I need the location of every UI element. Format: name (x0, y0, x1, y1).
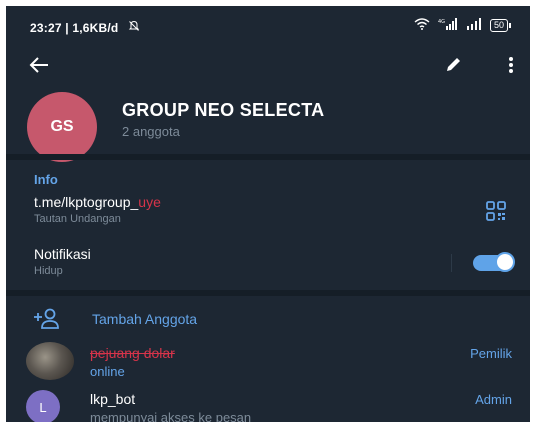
arrow-left-icon (29, 57, 48, 73)
member-role: Pemilik (470, 346, 512, 361)
invite-link-prefix: t.me/lkptogroup_ (34, 194, 139, 210)
member-status: mempunyai akses ke pesan (90, 410, 252, 422)
member-row[interactable]: pejuang dolar online Pemilik (6, 342, 530, 384)
member-name: pejuang dolar (90, 345, 175, 361)
add-user-icon (32, 307, 64, 331)
status-time-text: 23:27 | 1,6KB/d (30, 21, 119, 35)
invite-link-caption: Tautan Undangan (34, 213, 121, 225)
status-time: 23:27 | 1,6KB/d (30, 20, 140, 35)
vertical-divider (451, 254, 452, 272)
qr-code-button[interactable] (486, 201, 506, 221)
pencil-icon (447, 58, 460, 71)
group-avatar[interactable]: GS (27, 92, 97, 162)
group-header: GS GROUP NEO SELECTA 2 anggota (6, 44, 530, 162)
section-divider (6, 154, 530, 160)
more-vertical-icon (509, 57, 513, 73)
member-row[interactable]: L lkp_bot mempunyai akses ke pesan Admin (6, 388, 530, 422)
member-count: 2 anggota (122, 124, 180, 139)
svg-text:4G: 4G (438, 19, 445, 25)
member-role: Admin (475, 392, 512, 407)
signal-icon-2 (466, 18, 482, 33)
edit-button[interactable] (438, 50, 468, 80)
screen: 23:27 | 1,6KB/d 4G 50 GS GROUP NEO SELEC… (6, 6, 530, 422)
member-avatar (26, 342, 74, 380)
invite-link-redacted: uye (138, 194, 161, 210)
wifi-icon (414, 18, 430, 33)
toggle-knob (495, 252, 515, 272)
notifications-label: Notifikasi (34, 246, 91, 262)
member-avatar: L (26, 390, 60, 422)
section-divider (6, 290, 530, 296)
battery-icon: 50 (489, 19, 512, 32)
bell-off-icon (128, 20, 140, 35)
info-section-label: Info (34, 172, 58, 187)
member-name: lkp_bot (90, 391, 136, 407)
notifications-toggle[interactable] (473, 252, 515, 272)
group-title: GROUP NEO SELECTA (122, 100, 325, 120)
add-member-label: Tambah Anggota (92, 311, 198, 327)
invite-link[interactable]: t.me/lkptogroup_uye (34, 194, 161, 210)
back-button[interactable] (24, 50, 54, 80)
member-status: online (90, 364, 125, 379)
status-icons: 4G 50 (414, 18, 512, 33)
qr-code-icon (486, 201, 506, 221)
notifications-state: Hidup (34, 265, 63, 277)
add-member-button[interactable]: Tambah Anggota (6, 302, 530, 336)
more-menu-button[interactable] (500, 50, 522, 80)
signal-icon: 4G (438, 18, 458, 33)
status-bar: 23:27 | 1,6KB/d 4G 50 (6, 6, 530, 44)
